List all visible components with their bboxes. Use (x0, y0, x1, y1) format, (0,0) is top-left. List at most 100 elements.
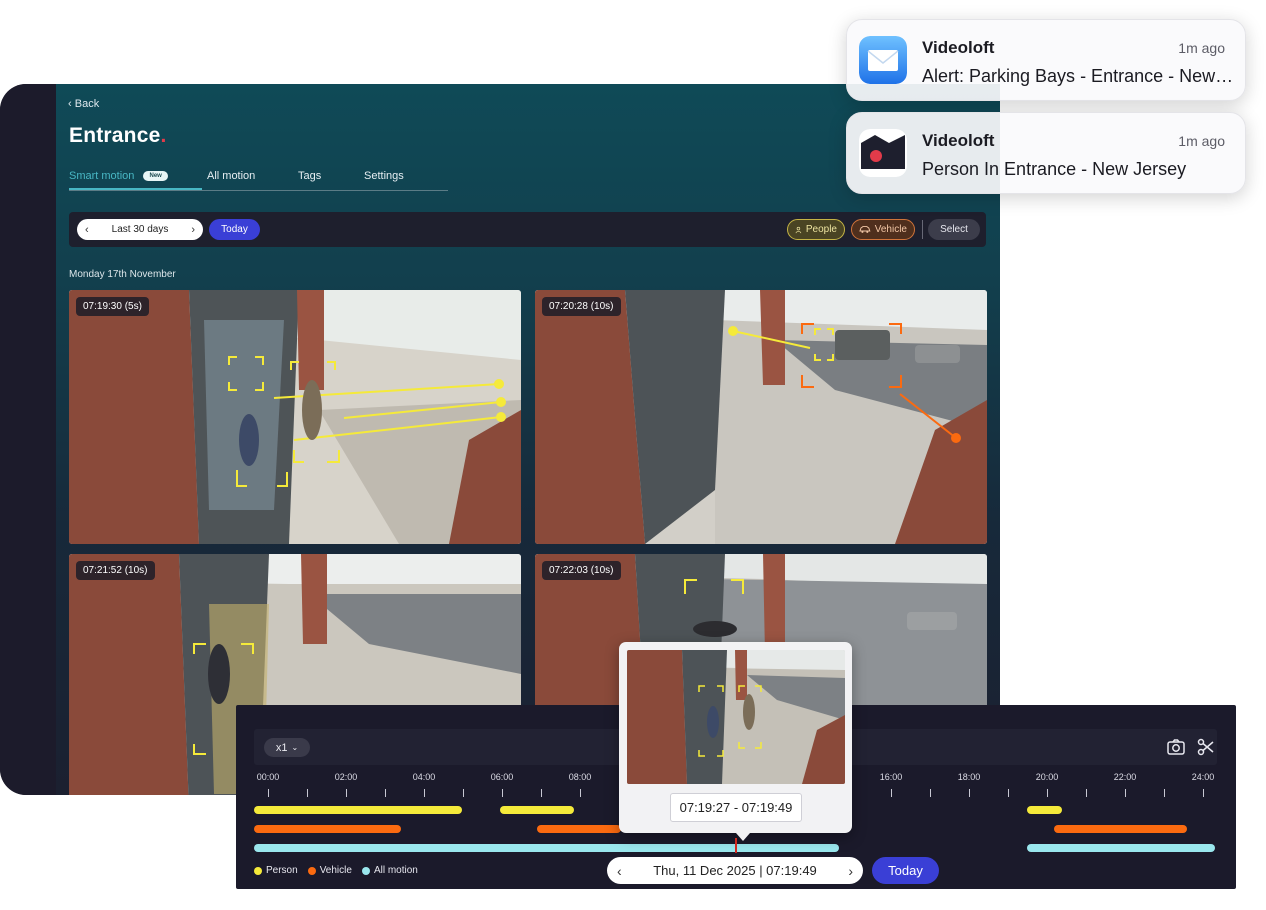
tab-label: Settings (364, 170, 404, 182)
notification-time: 1m ago (1178, 40, 1225, 56)
person-activity-bar[interactable] (254, 806, 462, 814)
chip-label: People (805, 224, 837, 235)
legend-item-person: Person (254, 865, 298, 876)
speed-value: x1 (275, 741, 288, 754)
hour-tick (1203, 789, 1204, 797)
hour-tick (1047, 789, 1048, 797)
vehicle-activity-bar[interactable] (537, 825, 621, 833)
tab-bar: Smart motion New All motion Tags Setting… (69, 170, 448, 191)
chevron-left-icon: ‹ (68, 98, 72, 110)
people-filter-chip[interactable]: People (787, 219, 845, 240)
side-rail (0, 84, 56, 795)
hour-label: 08:00 (568, 772, 592, 782)
timeline-playhead[interactable] (735, 838, 737, 853)
motion-activity-bar[interactable] (254, 844, 839, 852)
motion-activity-bar[interactable] (1027, 844, 1215, 852)
notification-app-name: Videoloft (922, 131, 995, 150)
preview-time-range: 07:19:27 - 07:19:49 (670, 793, 802, 822)
tab-smart-motion[interactable]: Smart motion New (69, 170, 202, 190)
new-badge: New (143, 171, 168, 181)
chip-label: Vehicle (874, 224, 907, 235)
legend-dot (307, 866, 316, 875)
toolbar-divider (922, 220, 923, 239)
camera-frame-image (627, 650, 845, 784)
clip-thumbnail[interactable]: 07:20:28 (10s) (535, 290, 987, 544)
clip-timestamp: 07:22:03 (10s) (542, 561, 621, 580)
clip-timestamp: 07:19:30 (5s) (76, 297, 149, 316)
chevron-left-icon[interactable]: ‹ (85, 224, 89, 236)
hour-tick (541, 789, 542, 797)
hour-tick (307, 789, 308, 797)
clip-timestamp: 07:21:52 (10s) (76, 561, 155, 580)
hour-tick (424, 789, 425, 797)
clip-timestamp: 07:20:28 (10s) (542, 297, 621, 316)
date-heading: Monday 17th November (69, 269, 176, 280)
back-label: Back (74, 98, 100, 110)
videoloft-logo-icon (859, 129, 907, 177)
hour-tick (1086, 789, 1087, 797)
date-range-selector[interactable]: ‹ Last 30 days › (77, 219, 203, 240)
hour-tick (930, 789, 931, 797)
today-button[interactable]: Today (209, 219, 260, 240)
tab-settings[interactable]: Settings (364, 170, 404, 182)
hour-label: 18:00 (957, 772, 981, 782)
vehicle-activity-bar[interactable] (254, 825, 401, 833)
legend-label: Person (266, 865, 298, 876)
tab-all-motion[interactable]: All motion (207, 170, 255, 182)
playback-speed-select[interactable]: x1 ⌄ (264, 738, 310, 757)
preview-thumbnail (627, 650, 845, 784)
hour-tick (268, 789, 269, 797)
legend-item-all-motion: All motion (361, 865, 418, 876)
title-dot: . (160, 124, 167, 147)
hour-label: 06:00 (490, 772, 514, 782)
legend-label: Vehicle (319, 865, 352, 876)
legend-dot (361, 866, 370, 875)
vehicle-filter-chip[interactable]: Vehicle (851, 219, 915, 240)
hour-label: 22:00 (1113, 772, 1137, 782)
camera-snapshot-icon[interactable] (1166, 737, 1186, 757)
chevron-right-icon[interactable]: › (848, 863, 853, 879)
notification-card[interactable]: Videoloft 1m ago Person In Entrance - Ne… (846, 112, 1246, 194)
clip-thumbnail[interactable]: 07:19:30 (5s) (69, 290, 521, 544)
vehicle-activity-bar[interactable] (1054, 825, 1187, 833)
select-button[interactable]: Select (928, 219, 980, 240)
tab-label: Smart motion (69, 170, 135, 182)
scissors-icon[interactable] (1196, 737, 1216, 757)
hour-tick (580, 789, 581, 797)
back-link[interactable]: ‹ Back (68, 98, 99, 110)
hour-tick (1008, 789, 1009, 797)
hour-tick (463, 789, 464, 797)
hour-tick (385, 789, 386, 797)
hour-tick (1164, 789, 1165, 797)
preview-pointer (736, 833, 750, 841)
chevron-right-icon[interactable]: › (191, 224, 195, 236)
notification-message: Person In Entrance - New Jersey (922, 159, 1187, 179)
chevron-down-icon: ⌄ (291, 743, 299, 752)
range-label: Last 30 days (111, 224, 169, 235)
filter-bar: ‹ Last 30 days › Today People Vehicle Se… (69, 212, 986, 247)
tab-label: All motion (207, 170, 256, 182)
hour-label: 04:00 (412, 772, 436, 782)
page-title: Entrance. (69, 124, 167, 148)
hour-tick (346, 789, 347, 797)
camera-frame-image (535, 290, 987, 544)
hour-tick (502, 789, 503, 797)
person-activity-bar[interactable] (1027, 806, 1062, 814)
notification-app-name: Videoloft (922, 38, 995, 57)
hour-tick (1125, 789, 1126, 797)
tab-tags[interactable]: Tags (298, 170, 321, 182)
hour-label: 24:00 (1191, 772, 1215, 782)
notification-time: 1m ago (1178, 133, 1225, 149)
person-icon (795, 226, 802, 233)
notification-card[interactable]: Videoloft 1m ago Alert: Parking Bays - E… (846, 19, 1246, 101)
person-activity-bar[interactable] (500, 806, 574, 814)
datetime-navigator[interactable]: ‹ Thu, 11 Dec 2025 | 07:19:49 › (607, 857, 863, 884)
today-button[interactable]: Today (872, 857, 939, 884)
legend-label: All motion (373, 865, 418, 876)
current-datetime: Thu, 11 Dec 2025 | 07:19:49 (653, 863, 817, 878)
hour-label: 02:00 (334, 772, 358, 782)
chevron-left-icon[interactable]: ‹ (617, 863, 622, 879)
tab-label: Tags (298, 170, 322, 182)
car-icon (859, 226, 871, 233)
timeline-legend: Person Vehicle All motion (254, 865, 418, 876)
